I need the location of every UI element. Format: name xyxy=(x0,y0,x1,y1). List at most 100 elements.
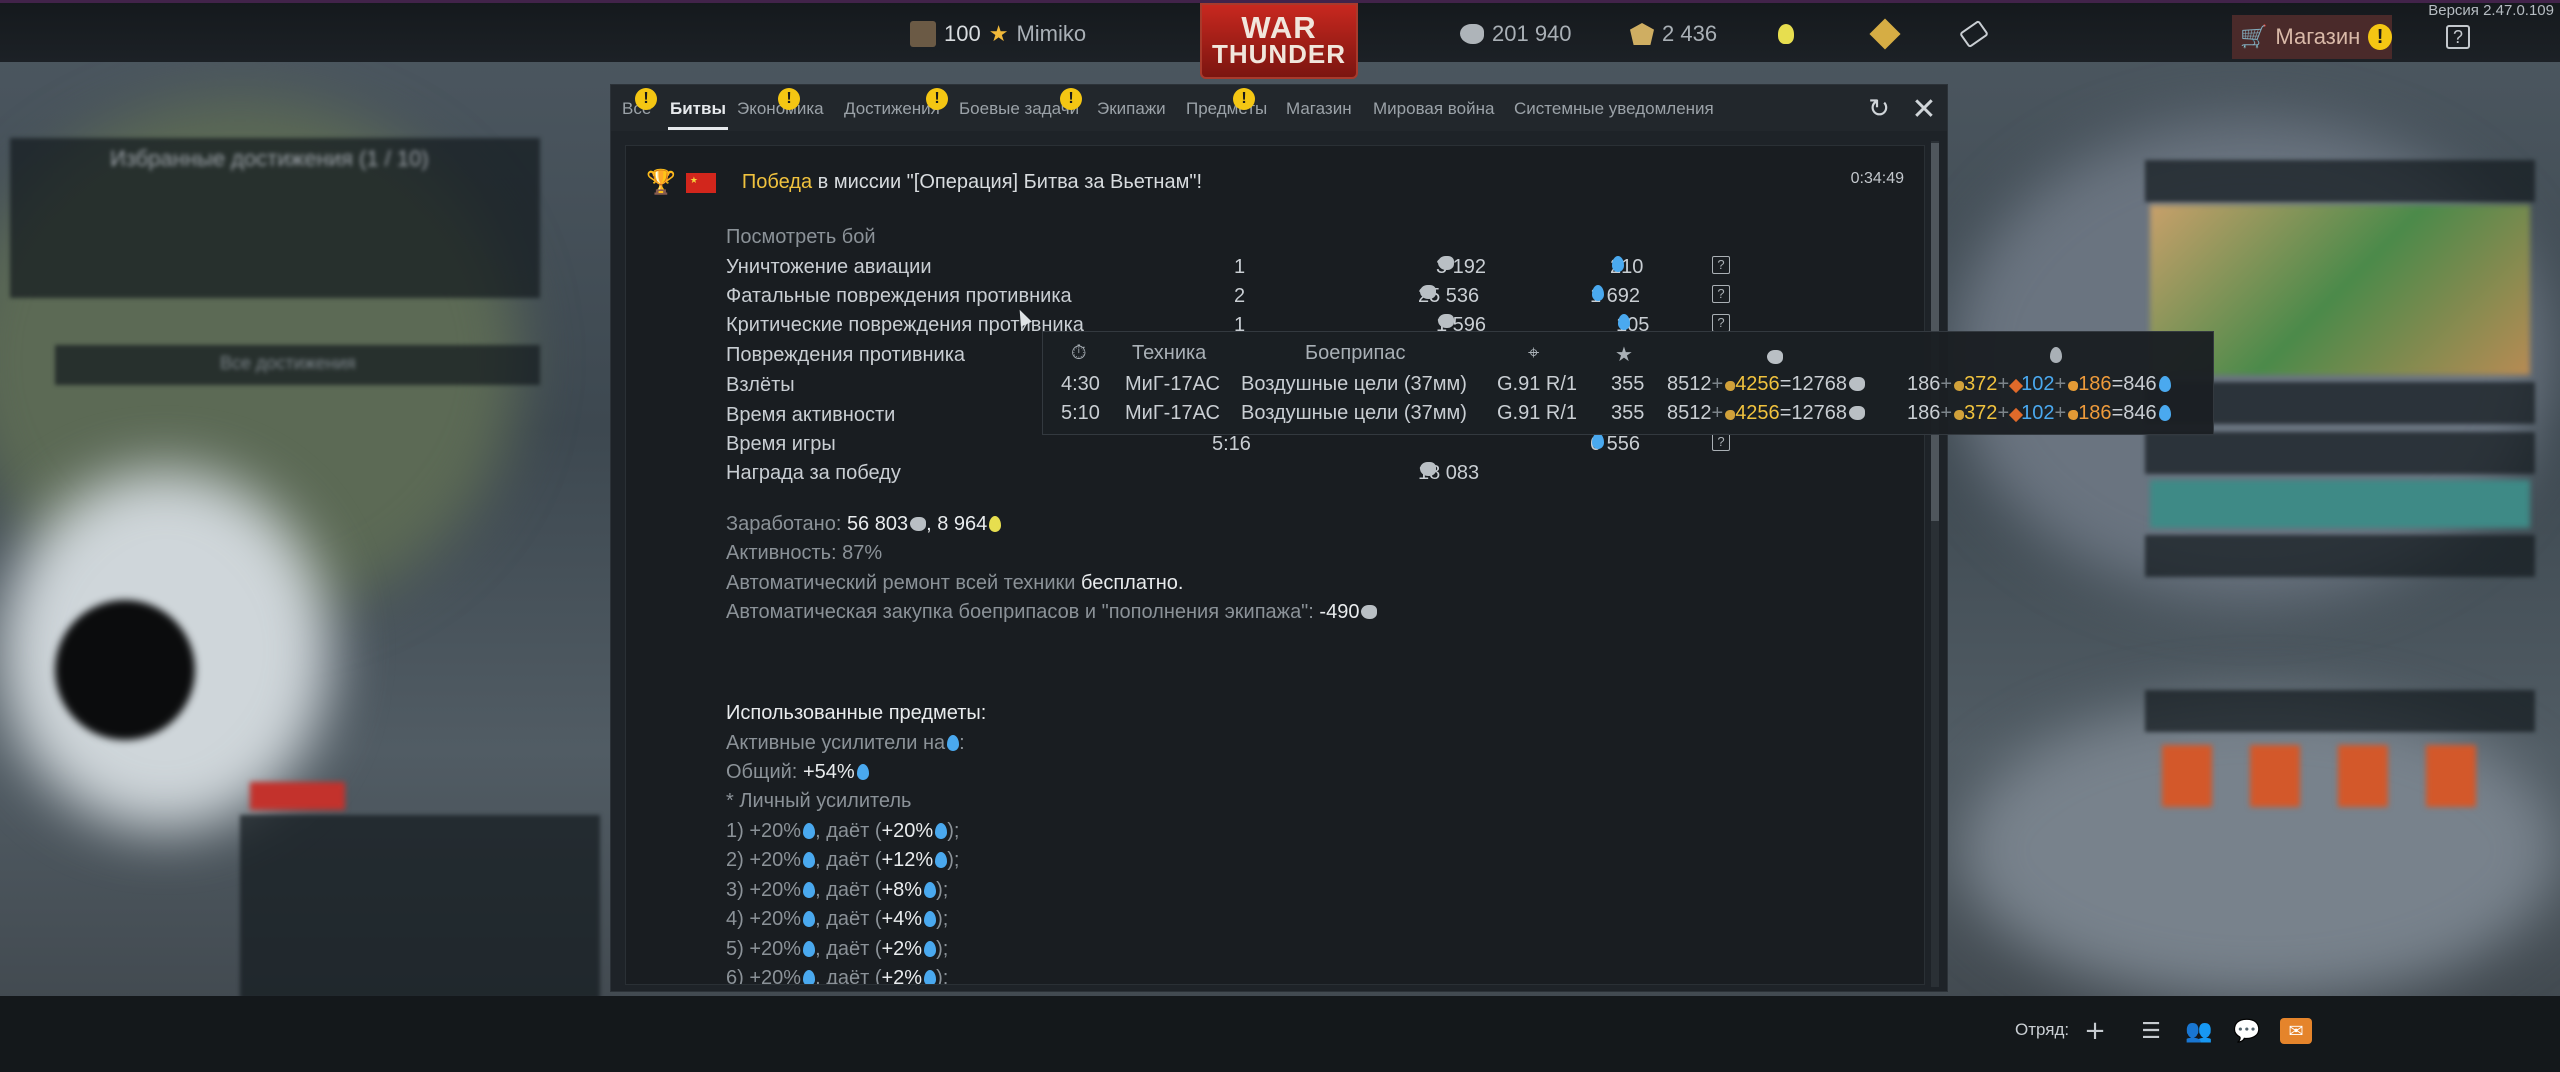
stat-count: 1 xyxy=(1234,256,1246,278)
boosters-line: Активные усилители на: xyxy=(726,732,965,754)
repair-line: Автоматический ремонт всей техники беспл… xyxy=(726,572,1183,595)
refresh-button[interactable]: ↻ xyxy=(1863,93,1895,125)
booster-percent: +20% xyxy=(749,820,802,842)
silver-lion-icon xyxy=(1420,462,1436,476)
rp-breakdown: 186+ 372+ 102+ 186=846 xyxy=(1907,402,2171,425)
tab-items[interactable]: Предметы ! xyxy=(1186,88,1267,119)
help-button[interactable]: ? xyxy=(2446,25,2470,49)
avatar[interactable] xyxy=(910,21,936,47)
research-point-icon xyxy=(803,852,816,868)
premium-button[interactable] xyxy=(1869,17,1901,51)
stat-label: Награда за победу xyxy=(726,462,901,484)
ticket-icon xyxy=(1959,19,1989,49)
stat-label: Повреждения противника xyxy=(726,344,966,366)
bg-side-header xyxy=(2145,160,2535,202)
stat-row: Уничтожение авиации 1 3 192 210 ? xyxy=(726,256,1730,284)
message-header: 🏆 ★ Победа в миссии "[Операция] Битва за… xyxy=(646,168,1202,197)
war-thunder-logo[interactable]: WAR THUNDER xyxy=(1200,3,1358,79)
chat-button[interactable]: 💬 xyxy=(2230,1014,2264,1048)
tab-shop[interactable]: Магазин xyxy=(1286,99,1352,119)
stat-label: Время активности xyxy=(726,404,896,426)
sl-breakdown: 8512+ 4256=12768 xyxy=(1667,402,1865,425)
booster-index: 2) xyxy=(726,849,744,871)
gives-word: даёт xyxy=(826,879,870,901)
stat-help-button[interactable]: ? xyxy=(1712,256,1730,274)
stat-label: Взлёты xyxy=(726,374,795,396)
silver-lions-value: 201 940 xyxy=(1492,21,1572,46)
silver-lion-icon xyxy=(1420,285,1436,299)
boosters-label: Активные усилители на xyxy=(726,732,946,754)
booster-index: 5) xyxy=(726,938,744,960)
tab-crews[interactable]: Экипажи xyxy=(1097,99,1166,119)
booster-percent: +20% xyxy=(749,908,802,930)
rp-breakdown: 186+ 372+ 102+ 186=846 xyxy=(1907,373,2171,396)
mail-button[interactable]: ✉ xyxy=(2280,1018,2312,1044)
cart-icon: 🛒 xyxy=(2240,24,2268,49)
bg-items-row xyxy=(2145,690,2535,732)
bg-achievements-panel: Избранные достижения (1 / 10) xyxy=(10,138,540,298)
message-time: 0:34:49 xyxy=(1850,170,1904,187)
research-point-icon xyxy=(1618,314,1630,330)
gives-word: даёт xyxy=(826,908,870,930)
stat-help-button[interactable]: ? xyxy=(1712,285,1730,303)
silver-lion-icon xyxy=(1438,314,1454,328)
squad-label: Отряд: xyxy=(2015,1020,2070,1039)
sl-breakdown: 8512+ 4256=12768 xyxy=(1667,373,1865,396)
activity-line: Активность: 87% xyxy=(726,542,883,564)
tab-world-war[interactable]: Мировая война xyxy=(1373,99,1494,119)
gives-word: даёт xyxy=(826,967,870,985)
earned-label: Заработано: xyxy=(726,513,842,535)
tab-battle-tasks[interactable]: Боевые задачи ! xyxy=(959,88,1082,119)
research-point-icon xyxy=(803,882,816,898)
bg-green-row xyxy=(2150,480,2530,528)
damage-tooltip: ⏱ Техника Боеприпас ⌖ ★ 4:30 МиГ-17АС Во… xyxy=(1042,331,2214,435)
shop-button[interactable]: 🛒 Магазин ! xyxy=(2232,15,2392,59)
repair-label: Автоматический ремонт всей техники xyxy=(726,572,1076,594)
lists-button[interactable]: ☰ xyxy=(2134,1014,2168,1048)
research-point-icon xyxy=(935,852,948,868)
tab-system-notifications[interactable]: Системные уведомления xyxy=(1514,99,1714,119)
player-profile[interactable]: 100 ★ Mimiko xyxy=(910,17,1086,51)
research-point-icon xyxy=(1612,256,1624,272)
tab-all[interactable]: Все ! xyxy=(622,88,657,119)
tab-label: Мировая война xyxy=(1373,99,1495,118)
view-battle-link[interactable]: Посмотреть бой xyxy=(726,226,876,249)
coupon-button[interactable] xyxy=(1959,17,1989,51)
general-value: +54% xyxy=(802,761,855,783)
silver-lions-balance[interactable]: 201 940 xyxy=(1460,17,1572,51)
bg-all-achievements-button: Все достижения xyxy=(55,345,540,385)
stat-help-button[interactable]: ? xyxy=(1712,314,1730,332)
vehicle-name: МиГ-17АС xyxy=(1125,373,1220,395)
booster-index: 3) xyxy=(726,879,744,901)
research-point-icon xyxy=(856,764,869,780)
top-bar: 100 ★ Mimiko WAR THUNDER 201 940 2 436 🛒… xyxy=(0,0,2560,79)
earned-line: Заработано: 56 803, 8 964 xyxy=(726,513,1002,536)
bg-flag-strip xyxy=(250,782,345,810)
tab-achievements[interactable]: Достижения ! xyxy=(844,88,948,119)
stat-help-button[interactable]: ? xyxy=(1712,433,1730,451)
battle-message: 🏆 ★ Победа в миссии "[Операция] Битва за… xyxy=(625,145,1925,985)
research-point-icon xyxy=(935,823,948,839)
envelope-icon: ✉ xyxy=(2288,1020,2304,1042)
free-rp-button[interactable] xyxy=(1778,17,1794,51)
tab-warning-icon: ! xyxy=(1060,88,1082,110)
premium-diamond-icon xyxy=(1869,18,1901,50)
gives-word: даёт xyxy=(826,938,870,960)
star-icon: ★ xyxy=(1615,344,1633,366)
score: 355 xyxy=(1611,402,1645,424)
contacts-button[interactable]: 👥 xyxy=(2182,1014,2216,1048)
tab-economy[interactable]: Экономика ! xyxy=(737,88,824,119)
booster-index: 6) xyxy=(726,967,744,985)
earned-rp: 8 964 xyxy=(937,513,988,535)
research-point-icon xyxy=(803,970,816,984)
personal-booster-label: * Личный усилитель xyxy=(726,790,912,812)
ammo-type: Воздушные цели (37мм) xyxy=(1241,373,1467,395)
close-button[interactable]: ✕ xyxy=(1908,92,1940,127)
tab-warning-icon: ! xyxy=(1233,88,1255,110)
add-squad-member-button[interactable]: + xyxy=(2078,1014,2112,1048)
booster-index: 4) xyxy=(726,908,744,930)
crosshair-icon: ⌖ xyxy=(1528,342,1540,364)
bg-item-3 xyxy=(2338,745,2388,807)
golden-eagles-balance[interactable]: 2 436 xyxy=(1630,17,1717,51)
tab-battles[interactable]: Битвы xyxy=(670,99,726,119)
